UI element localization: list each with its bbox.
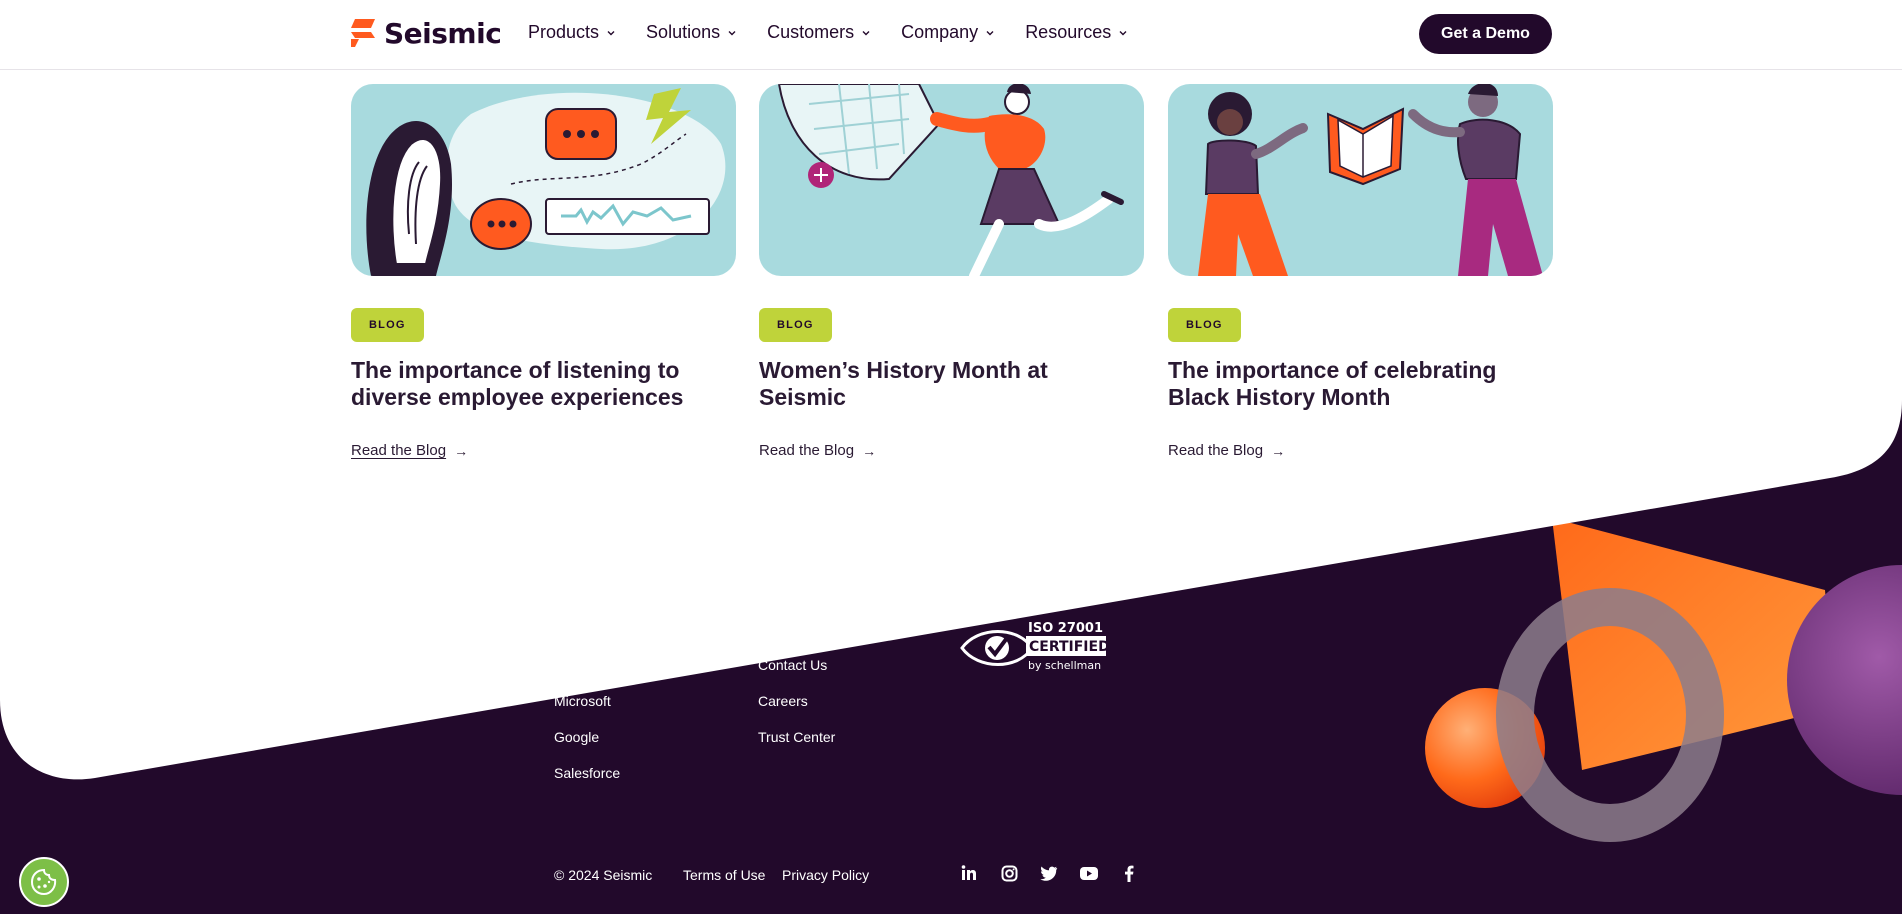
arrow-right-icon: → (1271, 442, 1286, 459)
blog-badge: BLOG (1168, 308, 1241, 342)
chevron-down-icon (607, 30, 615, 35)
card-illustration-womens-history[interactable] (759, 84, 1144, 276)
nav-resources[interactable]: Resources (1025, 22, 1128, 43)
chevron-down-icon (728, 30, 736, 35)
get-a-demo-button[interactable]: Get a Demo (1419, 14, 1552, 54)
footer-link-contact-us[interactable]: Contact Us (758, 657, 827, 673)
cookie-settings-button[interactable] (19, 857, 69, 907)
blog-card-black-history: BLOG The importance of celebrating Black… (1168, 84, 1553, 459)
seismic-logo-icon (351, 19, 375, 47)
nav-products[interactable]: Products (528, 22, 616, 43)
blog-card-listening: BLOG The importance of listening to dive… (351, 84, 736, 459)
read-the-blog-link[interactable]: Read the Blog → (1168, 442, 1285, 459)
card-title[interactable]: The importance of celebrating Black Hist… (1168, 357, 1548, 411)
chevron-down-icon (986, 30, 994, 35)
card-illustration-black-history[interactable] (1168, 84, 1553, 276)
card-title[interactable]: Women’s History Month at Seismic (759, 357, 1139, 411)
footer-link-microsoft[interactable]: Microsoft (554, 693, 611, 709)
cert-line-3: by schellman (1028, 659, 1101, 672)
schellman-certification-icon: ISO 27001 CERTIFIED by schellman (960, 621, 1110, 672)
read-the-blog-link[interactable]: Read the Blog → (351, 442, 468, 459)
privacy-policy-link[interactable]: Privacy Policy (782, 867, 869, 883)
footer-link-trust-center[interactable]: Trust Center (758, 729, 835, 745)
womens-history-illustration (777, 84, 1124, 276)
listening-illustration (366, 88, 726, 276)
read-the-blog-link[interactable]: Read the Blog → (759, 442, 876, 459)
copyright-text: © 2024 Seismic (554, 867, 653, 883)
logo-text: Seismic (384, 16, 502, 50)
blog-badge: BLOG (759, 308, 832, 342)
chevron-down-icon (1119, 30, 1127, 35)
main-nav: Products Solutions Customers Company Res… (528, 22, 1158, 43)
nav-customers[interactable]: Customers (767, 22, 871, 43)
arrow-right-icon: → (454, 442, 469, 459)
nav-solutions[interactable]: Solutions (646, 22, 737, 43)
card-illustration-listening[interactable] (351, 84, 736, 276)
cookie-icon (30, 868, 57, 896)
footer-link-salesforce[interactable]: Salesforce (554, 765, 620, 781)
facebook-icon[interactable] (1118, 862, 1140, 884)
twitter-icon[interactable] (1038, 862, 1060, 884)
footer-link-careers[interactable]: Careers (758, 693, 808, 709)
cert-line-1: ISO 27001 (1028, 621, 1103, 636)
black-history-illustration (1198, 84, 1543, 276)
chevron-down-icon (862, 30, 870, 35)
card-title[interactable]: The importance of listening to diverse e… (351, 357, 731, 411)
iso-27001-certified-badge[interactable]: ISO 27001 CERTIFIED by schellman (960, 618, 1110, 679)
footer-link-google[interactable]: Google (554, 729, 599, 745)
youtube-icon[interactable] (1078, 862, 1100, 884)
nav-company[interactable]: Company (901, 22, 995, 43)
site-header: Seismic Products Solutions Customers Com… (0, 0, 1902, 70)
blog-badge: BLOG (351, 308, 424, 342)
arrow-right-icon: → (862, 442, 877, 459)
seismic-logo[interactable]: Seismic (351, 16, 502, 50)
cert-line-2: CERTIFIED (1029, 639, 1110, 655)
blog-card-womens-history: BLOG Women’s History Month at Seismic Re… (759, 84, 1144, 459)
instagram-icon[interactable] (998, 862, 1020, 884)
terms-of-use-link[interactable]: Terms of Use (683, 867, 765, 883)
linkedin-icon[interactable] (958, 862, 980, 884)
